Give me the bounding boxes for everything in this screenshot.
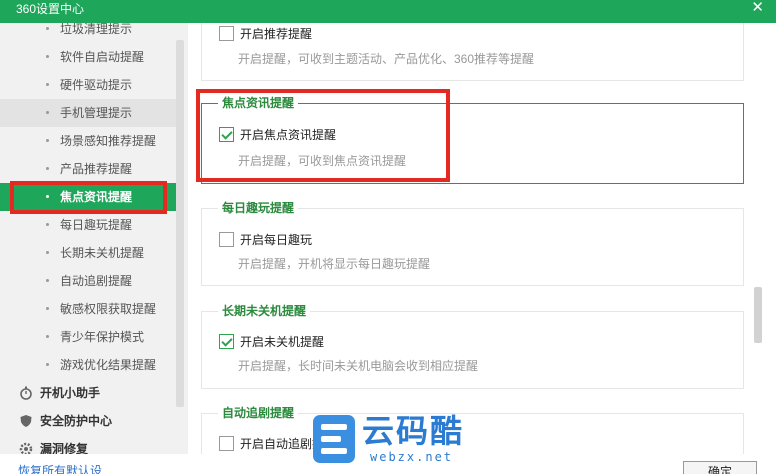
bullet-icon: [46, 251, 49, 254]
sidebar-group-security-center[interactable]: 安全防护中心: [0, 407, 176, 435]
stopwatch-icon: [20, 386, 32, 400]
watermark-text: 云码酷: [362, 413, 465, 449]
restore-defaults-link[interactable]: 恢复所有默认设: [18, 464, 102, 474]
sidebar-group-boot-assistant[interactable]: 开机小助手: [0, 379, 176, 407]
section-daily-fun: 每日趣玩提醒 开启每日趣玩 开启提醒，开机将显示每日趣玩提醒: [201, 201, 744, 286]
sidebar-item-focus-news[interactable]: 焦点资讯提醒: [0, 183, 176, 211]
watermark-logo-icon: [313, 415, 355, 463]
sidebar-item-daily-fun[interactable]: 每日趣玩提醒: [0, 211, 176, 239]
bullet-icon: [46, 111, 49, 114]
ok-button[interactable]: 确定: [683, 461, 757, 474]
section-focus-news: 焦点资讯提醒 开启焦点资讯提醒 开启提醒，可收到焦点资讯提醒: [201, 96, 744, 184]
bullet-icon: [46, 279, 49, 282]
long-uptime-title: 长期未关机提醒: [218, 304, 311, 318]
bullet-icon: [46, 223, 49, 226]
long-uptime-checkbox-label: 开启未关机提醒: [240, 334, 325, 349]
focus-news-title: 焦点资讯提醒: [218, 96, 299, 110]
sidebar-item-auto-drama[interactable]: 自动追剧提醒: [0, 267, 176, 295]
sidebar-item-phone[interactable]: 手机管理提示: [0, 99, 176, 127]
long-uptime-checkbox-row[interactable]: 开启未关机提醒: [219, 333, 324, 349]
bullet-icon: [46, 27, 49, 30]
section-recommend: 开启推荐提醒 开启提醒，可收到主题活动、产品优化、360推荐等提醒: [201, 23, 744, 81]
section-long-uptime: 长期未关机提醒 开启未关机提醒 开启提醒，长时间未关机电脑会收到相应提醒: [201, 304, 744, 389]
bullet-icon: [46, 139, 49, 142]
sidebar-item-permission[interactable]: 敏感权限获取提醒: [0, 295, 176, 323]
recommend-checkbox-label: 开启推荐提醒: [240, 26, 313, 41]
recommend-description: 开启提醒，可收到主题活动、产品优化、360推荐等提醒: [238, 52, 535, 66]
daily-fun-checkbox-label: 开启每日趣玩: [240, 232, 313, 247]
sidebar-scrollbar[interactable]: [176, 40, 184, 407]
content-scrollbar[interactable]: [754, 287, 762, 343]
daily-fun-checkbox[interactable]: [219, 231, 234, 247]
sidebar-item-product[interactable]: 产品推荐提醒: [0, 155, 176, 183]
bullet-icon: [46, 363, 49, 366]
focus-news-checkbox-label: 开启焦点资讯提醒: [240, 127, 337, 142]
daily-fun-description: 开启提醒，开机将显示每日趣玩提醒: [238, 257, 431, 271]
bullet-icon: [46, 195, 49, 198]
watermark: 云码酷 webzx.net: [313, 413, 463, 465]
long-uptime-checkbox[interactable]: [219, 333, 234, 349]
recommend-checkbox[interactable]: [219, 25, 234, 41]
sidebar-item-game[interactable]: 游戏优化结果提醒: [0, 351, 176, 379]
bullet-icon: [46, 335, 49, 338]
gear-icon: [19, 442, 33, 454]
sidebar-item-teen-mode[interactable]: 青少年保护模式: [0, 323, 176, 351]
bullet-icon: [46, 307, 49, 310]
sidebar-item-driver[interactable]: 硬件驱动提示: [0, 71, 176, 99]
daily-fun-checkbox-row[interactable]: 开启每日趣玩: [219, 231, 312, 247]
close-icon[interactable]: ✕: [751, 0, 764, 15]
recommend-checkbox-row[interactable]: 开启推荐提醒: [219, 25, 312, 41]
title-bar: 360设置中心 ✕: [0, 0, 776, 23]
auto-drama-checkbox[interactable]: [219, 435, 234, 451]
sidebar-item-long-uptime[interactable]: 长期未关机提醒: [0, 239, 176, 267]
focus-news-description: 开启提醒，可收到焦点资讯提醒: [238, 154, 407, 168]
sidebar-group-vuln-fix[interactable]: 漏洞修复: [0, 435, 176, 454]
sidebar-item-autostart[interactable]: 软件自启动提醒: [0, 43, 176, 71]
long-uptime-description: 开启提醒，长时间未关机电脑会收到相应提醒: [238, 359, 479, 373]
sidebar-item-junk-cleanup[interactable]: 垃圾清理提示: [0, 23, 176, 43]
bullet-icon: [46, 167, 49, 170]
auto-drama-title: 自动追剧提醒: [218, 406, 299, 420]
section-auto-drama: 自动追剧提醒 开启自动追剧提醒: [201, 406, 744, 454]
daily-fun-title: 每日趣玩提醒: [218, 201, 299, 215]
shield-icon: [20, 415, 32, 427]
sidebar: 垃圾清理提示 软件自启动提醒 硬件驱动提示 手机管理提示 场景感知推荐提醒 产品…: [0, 23, 188, 454]
watermark-domain: webzx.net: [370, 450, 454, 464]
window-title: 360设置中心: [16, 2, 85, 16]
bullet-icon: [46, 83, 49, 86]
bullet-icon: [46, 55, 49, 58]
sidebar-item-scene[interactable]: 场景感知推荐提醒: [0, 127, 176, 155]
settings-content: 开启推荐提醒 开启提醒，可收到主题活动、产品优化、360推荐等提醒 焦点资讯提醒…: [188, 23, 776, 454]
focus-news-checkbox[interactable]: [219, 126, 234, 142]
focus-news-checkbox-row[interactable]: 开启焦点资讯提醒: [219, 126, 336, 142]
